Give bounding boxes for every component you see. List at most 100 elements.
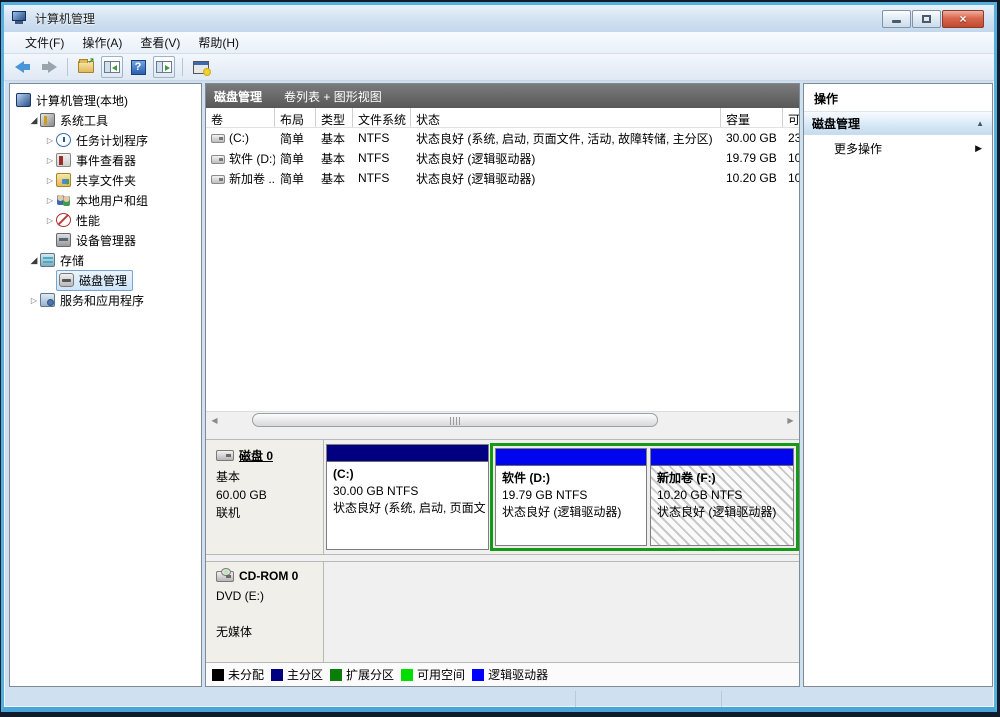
disk-0-size: 60.00 GB <box>216 486 323 504</box>
volume-icon <box>211 155 225 164</box>
column-header-layout[interactable]: 布局 <box>275 108 316 127</box>
disk-management-icon <box>59 273 74 287</box>
column-header-volume[interactable]: 卷 <box>206 108 275 127</box>
cdrom-media: DVD (E:) <box>216 587 323 605</box>
show-action-pane-button[interactable] <box>153 56 175 78</box>
forward-button[interactable] <box>38 56 60 78</box>
extended-color-swatch <box>330 669 342 681</box>
menubar: 文件(F) 操作(A) 查看(V) 帮助(H) <box>4 32 994 54</box>
folder-up-icon <box>78 61 94 73</box>
back-arrow-icon <box>15 61 31 73</box>
volume-icon <box>211 134 225 143</box>
column-header-freespace[interactable]: 可用空间 <box>783 108 799 127</box>
column-header-status[interactable]: 状态 <box>411 108 721 127</box>
event-viewer-icon <box>56 153 71 167</box>
horizontal-scrollbar[interactable]: ◀ ▶ <box>206 411 799 428</box>
tree-item-storage[interactable]: ◢ 存储 <box>10 250 201 270</box>
volume-row-d[interactable]: 软件 (D:) 简单 基本 NTFS 状态良好 (逻辑驱动器) 19.79 GB… <box>206 148 799 168</box>
disk-0-partitions: (C:) 30.00 GB NTFS 状态良好 (系统, 启动, 页面文 软件 … <box>324 440 799 554</box>
collapse-expander-icon[interactable]: ◢ <box>28 255 40 266</box>
freespace-color-swatch <box>401 669 413 681</box>
minimize-button[interactable] <box>882 10 911 28</box>
extended-partition-frame: 软件 (D:) 19.79 GB NTFS 状态良好 (逻辑驱动器) 新加卷 (… <box>490 443 799 551</box>
maximize-button[interactable] <box>912 10 941 28</box>
submenu-arrow-icon: ▶ <box>975 143 982 154</box>
actions-title: 操作 <box>804 84 992 112</box>
tree-item-local-users-groups[interactable]: ▷ 本地用户和组 <box>10 190 201 210</box>
disk-icon <box>216 450 234 461</box>
expand-expander-icon[interactable]: ▷ <box>28 296 40 305</box>
expand-expander-icon[interactable]: ▷ <box>44 216 56 225</box>
collapse-caret-icon[interactable]: ▲ <box>976 119 984 128</box>
legend-free-space: 可用空间 <box>401 666 465 683</box>
scroll-right-button[interactable]: ▶ <box>782 412 799 428</box>
close-button[interactable]: × <box>942 10 984 28</box>
expand-expander-icon[interactable]: ▷ <box>44 136 56 145</box>
cdrom-empty-area <box>324 562 799 662</box>
tree-item-task-scheduler[interactable]: ▷ 任务计划程序 <box>10 130 201 150</box>
show-console-tree-button[interactable] <box>101 56 123 78</box>
graphical-view: 磁盘 0 基本 60.00 GB 联机 (C:) 30.00 GB NTFS 状… <box>206 428 799 662</box>
logical-drive-bar <box>651 449 793 466</box>
status-separator <box>721 691 722 707</box>
tree-item-event-viewer[interactable]: ▷ 事件查看器 <box>10 150 201 170</box>
scroll-left-button[interactable]: ◀ <box>206 412 223 428</box>
storage-icon <box>40 253 55 267</box>
volume-row-f[interactable]: 新加卷 ... 简单 基本 NTFS 状态良好 (逻辑驱动器) 10.20 GB… <box>206 168 799 188</box>
shared-folders-icon <box>56 173 71 187</box>
back-button[interactable] <box>12 56 34 78</box>
menu-action[interactable]: 操作(A) <box>73 32 131 53</box>
actions-section-disk-management[interactable]: 磁盘管理 ▲ <box>804 112 992 135</box>
partition-d[interactable]: 软件 (D:) 19.79 GB NTFS 状态良好 (逻辑驱动器) <box>495 448 647 546</box>
titlebar[interactable]: 计算机管理 × <box>4 5 994 32</box>
pane-title: 磁盘管理 <box>214 88 262 105</box>
disk-0-status: 联机 <box>216 504 323 522</box>
actions-pane: 操作 磁盘管理 ▲ 更多操作 ▶ <box>803 83 993 687</box>
legend-logical-drive: 逻辑驱动器 <box>472 666 548 683</box>
scrollbar-thumb[interactable] <box>252 413 658 427</box>
volume-row-c[interactable]: (C:) 简单 基本 NTFS 状态良好 (系统, 启动, 页面文件, 活动, … <box>206 128 799 148</box>
tree-item-system-tools[interactable]: ◢ 系统工具 <box>10 110 201 130</box>
status-strip <box>9 689 988 709</box>
partition-c[interactable]: (C:) 30.00 GB NTFS 状态良好 (系统, 启动, 页面文 <box>326 444 489 550</box>
tree-item-device-manager[interactable]: 设备管理器 <box>10 230 201 250</box>
disk-management-pane: 磁盘管理 卷列表 + 图形视图 卷 布局 类型 文件系统 状态 容量 可用空间 … <box>205 83 800 687</box>
toolbar-separator <box>182 58 183 76</box>
partition-f-selected[interactable]: 新加卷 (F:) 10.20 GB NTFS 状态良好 (逻辑驱动器) <box>650 448 794 546</box>
tree-item-disk-management[interactable]: 磁盘管理 <box>10 270 201 290</box>
tree-item-performance[interactable]: ▷ 性能 <box>10 210 201 230</box>
cdrom-0-row: CD-ROM 0 DVD (E:) 无媒体 <box>206 561 799 662</box>
action-pane-icon <box>156 61 172 73</box>
menu-help[interactable]: 帮助(H) <box>189 32 248 53</box>
menu-file[interactable]: 文件(F) <box>16 32 73 53</box>
forward-arrow-icon <box>41 61 57 73</box>
tree-item-shared-folders[interactable]: ▷ 共享文件夹 <box>10 170 201 190</box>
toolbar: ? <box>4 54 994 81</box>
menu-view[interactable]: 查看(V) <box>131 32 189 53</box>
maximize-icon <box>922 15 931 23</box>
more-actions-item[interactable]: 更多操作 ▶ <box>804 135 992 161</box>
primary-color-swatch <box>271 669 283 681</box>
disk-0-label[interactable]: 磁盘 0 基本 60.00 GB 联机 <box>206 440 324 554</box>
column-header-filesystem[interactable]: 文件系统 <box>353 108 411 127</box>
users-icon <box>56 193 71 207</box>
expand-expander-icon[interactable]: ▷ <box>44 156 56 165</box>
pane-view-label: 卷列表 + 图形视图 <box>284 88 382 105</box>
column-header-type[interactable]: 类型 <box>316 108 353 127</box>
expand-expander-icon[interactable]: ▷ <box>44 176 56 185</box>
up-level-button[interactable] <box>75 56 97 78</box>
cdrom-0-label[interactable]: CD-ROM 0 DVD (E:) 无媒体 <box>206 562 324 662</box>
help-button[interactable]: ? <box>127 56 149 78</box>
column-header-capacity[interactable]: 容量 <box>721 108 783 127</box>
console-window-button[interactable] <box>190 56 212 78</box>
tree-item-computer-management[interactable]: 计算机管理(本地) <box>10 90 201 110</box>
legend-primary-partition: 主分区 <box>271 666 323 683</box>
expand-expander-icon[interactable]: ▷ <box>44 196 56 205</box>
collapse-expander-icon[interactable]: ◢ <box>28 115 40 126</box>
console-window-icon <box>193 61 209 74</box>
volume-list-empty-area <box>206 188 799 411</box>
tree-item-services-applications[interactable]: ▷ 服务和应用程序 <box>10 290 201 310</box>
system-tools-icon <box>40 113 55 127</box>
performance-icon <box>56 213 71 227</box>
selected-tree-item[interactable]: 磁盘管理 <box>56 270 133 291</box>
